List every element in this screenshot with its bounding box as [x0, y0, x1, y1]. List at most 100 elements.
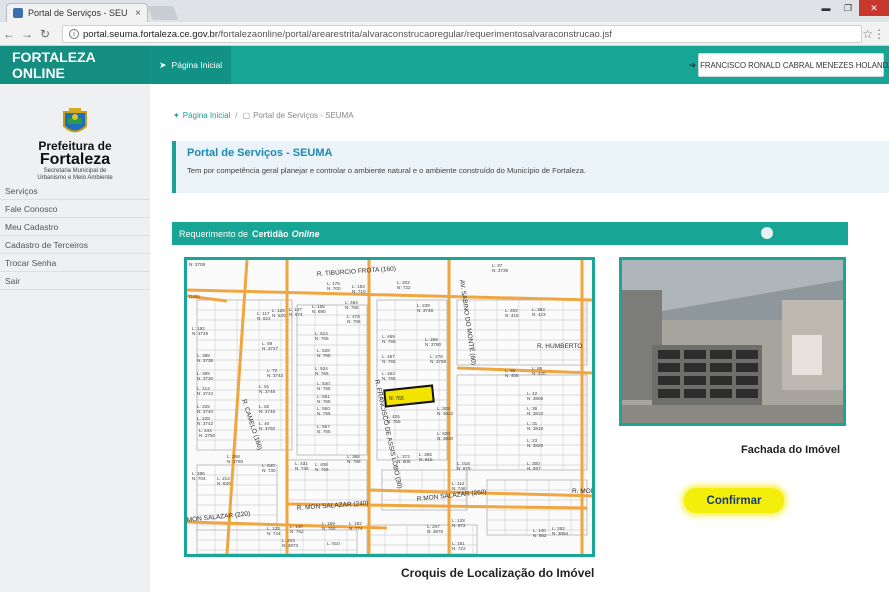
map-block [296, 304, 368, 456]
sidebar-item-cadastro-terceiros[interactable]: Cadastro de Terceiros [0, 236, 150, 254]
map-lot-label: N: 752 [290, 529, 304, 534]
map-lot-label: N: 408 [505, 373, 519, 378]
map-lot-label: N: 3748 [259, 409, 276, 414]
browser-tab[interactable]: Portal de Serviços - SEU × [6, 3, 148, 22]
property-photo [619, 257, 846, 426]
logo-line-3: Secretaria Municipal de [43, 168, 107, 174]
map-lot-label: N: 690 [312, 309, 326, 314]
map-lot-label: N: 700 [327, 286, 341, 291]
sidebar-nav: Serviços Fale Conosco Meu Cadastro Cadas… [0, 182, 150, 290]
breadcrumb-home-link[interactable]: Página Inicial [183, 111, 231, 120]
address-bar: ← → ↻ i portal.seuma.fortaleza.ce.gov.br… [0, 22, 889, 46]
request-italic: Online [291, 228, 320, 239]
sidebar-item-meu-cadastro[interactable]: Meu Cadastro [0, 218, 150, 236]
maximize-icon[interactable]: ❐ [837, 0, 859, 16]
forward-icon[interactable]: → [18, 27, 36, 41]
map-lot-label: N: 765 [317, 399, 331, 404]
map-street [187, 288, 592, 302]
sidebar-item-trocar-senha[interactable]: Trocar Senha [0, 254, 150, 272]
navigation-arrow-icon: ➤ [159, 59, 167, 70]
map-lot-label: N: 765 [317, 353, 331, 358]
browser-tab-bar: Portal de Serviços - SEU × ▬ ❐ ✕ [0, 0, 889, 22]
map-lot-label: N: 3743 [267, 373, 284, 378]
map-lot-label: N: 765 [317, 386, 331, 391]
nav-home-label: Página Inicial [171, 60, 223, 70]
map-lot-label: N: 3830 [437, 436, 454, 441]
photo-caption: Fachada do Imóvel [741, 444, 841, 456]
info-icon[interactable]: i [69, 29, 79, 39]
new-tab-button[interactable] [147, 6, 179, 20]
map-lot-label: N: 697 [527, 466, 541, 471]
map-lot-label: N: 3739 [492, 268, 509, 273]
document-icon: ▢ [242, 110, 251, 120]
brand-title[interactable]: FORTALEZA ONLINE [0, 46, 150, 84]
reload-icon[interactable]: ↻ [36, 27, 54, 41]
map-svg: R. TIBÚRCIO FROTA (160)AV. SABINO DO MON… [187, 260, 592, 554]
sidebar-item-fale-conosco[interactable]: Fale Conosco [0, 200, 150, 218]
map-lot-label: N: 674 [289, 312, 303, 317]
minimize-icon[interactable]: ▬ [815, 0, 837, 16]
sign-in-arrow-icon: ➜ [688, 59, 697, 70]
map-lot-label: N: 3812 [437, 411, 454, 416]
map-lot-label: N: 3750 [199, 433, 216, 438]
menu-icon[interactable]: ⋮ [873, 27, 885, 41]
nav-home-link[interactable]: ➤ Página Inicial [150, 46, 232, 84]
map-lot-label: N: 746 [452, 486, 466, 491]
sidebar: Prefeitura de Fortaleza Secretaria Munic… [0, 84, 150, 592]
url-input[interactable]: i portal.seuma.fortaleza.ce.gov.br /fort… [62, 25, 862, 43]
map-lot-label: N: 630 [272, 313, 286, 318]
prefeitura-logo: Prefeitura de Fortaleza Secretaria Munic… [12, 108, 138, 181]
map-lot-label: N: 3813 [527, 411, 544, 416]
map-lot-label: N: 798 [347, 459, 361, 464]
tab-close-icon[interactable]: × [135, 8, 141, 19]
map-lot-label: N: 3742 [197, 421, 214, 426]
map-lot-label: N: 765 [315, 467, 329, 472]
map-lot-label: N: 710 [352, 289, 366, 294]
map-lot-label: N: 765 [387, 419, 401, 424]
highlighted-property-label: N: 765 [389, 396, 404, 402]
map-lot-label: L: 810 [327, 541, 340, 546]
map-lot-label: N: 722 [452, 546, 466, 551]
map-lot-label: N: 423 [532, 312, 546, 317]
breadcrumb: ✦ Página Inicial / ▢ Portal de Serviços … [173, 108, 354, 122]
home-icon: ✦ [173, 110, 180, 120]
favicon-icon [13, 8, 23, 18]
map-lot-label: N: 3727 [262, 346, 279, 351]
url-domain: portal.seuma.fortaleza.ce.gov.br [83, 28, 219, 40]
map-lot-label: N: 3738 [197, 358, 214, 363]
map-street-label: R. TIBÚRCIO FROTA (160) [317, 263, 397, 278]
page-title: Portal de Serviços - SEUMA [187, 147, 333, 159]
request-prefix: Requerimento de [179, 228, 249, 239]
sidebar-item-servicos[interactable]: Serviços [0, 182, 150, 200]
map-lot-label: N: 3734 [197, 391, 214, 396]
map-lot-label: N: 830 [217, 481, 231, 486]
map-lot-label: N: 765 [382, 376, 396, 381]
app-header: FORTALEZA ONLINE ➤ Página Inicial ➜ FRAN… [0, 46, 889, 84]
location-map[interactable]: R. TIBÚRCIO FROTA (160) AV. SABINO DO MON… [184, 257, 595, 557]
back-icon[interactable]: ← [0, 27, 18, 41]
confirm-button[interactable]: Confirmar [684, 488, 784, 513]
map-lot-label: N: 765 [315, 336, 329, 341]
window-close-icon[interactable]: ✕ [859, 0, 889, 16]
map-lot-label: N: 882 [533, 533, 547, 538]
map-lot-label: N: 3729 [192, 331, 209, 336]
url-path: /fortalezaonline/portal/arearestrita/alv… [218, 28, 612, 40]
user-button[interactable]: ➜ FRANCISCO RONALD CABRAL MENEZES HOLAND… [689, 53, 889, 77]
map-street-label: R. HUMBERTO [537, 343, 582, 350]
sidebar-item-sair[interactable]: Sair [0, 272, 150, 290]
map-lot-label: N: 878 [457, 466, 471, 471]
star-icon[interactable]: ☆ [862, 27, 873, 41]
logo-line-2: Fortaleza [39, 151, 111, 168]
map-lot-label: N: 3748 [417, 308, 434, 313]
map-lot-label: N: 872 [452, 523, 466, 528]
map-lot-label: N: 765 [317, 429, 331, 434]
map-lot-label: (160) [189, 294, 200, 299]
map-lot-label: N: 3788 [430, 359, 447, 364]
map-lot-label: N: 3826 [527, 443, 544, 448]
map-lot-label: N: 3740 [197, 409, 214, 414]
map-street-label: R. MON [572, 488, 592, 495]
map-lot-label: N: 3750 [259, 426, 276, 431]
globe-icon[interactable] [761, 227, 773, 239]
map-block [456, 374, 588, 471]
map-lot-label: N: 815 [419, 457, 433, 462]
